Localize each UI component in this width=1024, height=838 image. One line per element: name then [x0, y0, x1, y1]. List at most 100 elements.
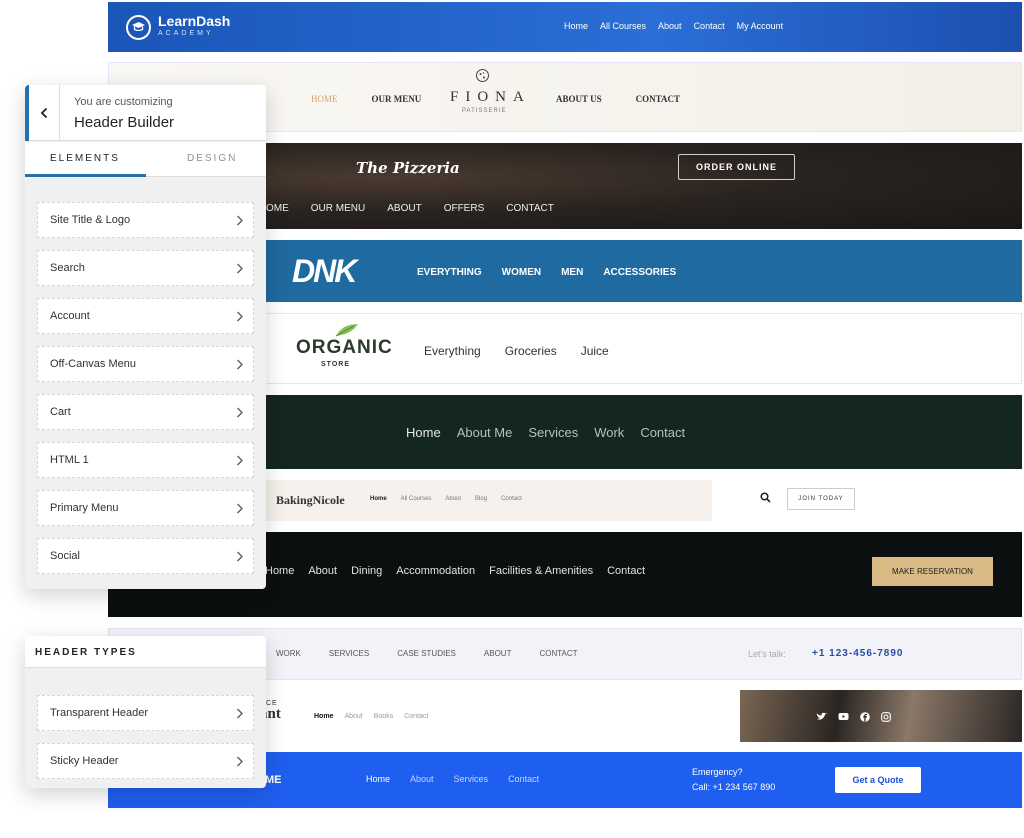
nav-item[interactable]: Dining: [351, 565, 382, 577]
chevron-left-icon: [40, 107, 48, 119]
nav-item[interactable]: Blog: [475, 496, 487, 502]
cookie-icon: [476, 69, 489, 82]
nav-item[interactable]: MEN: [561, 267, 583, 278]
primary-nav: Home About Books Contact: [314, 713, 428, 720]
youtube-icon[interactable]: [838, 712, 849, 721]
nav-item[interactable]: OUR MENU: [372, 94, 422, 104]
primary-nav: Home About Services Contact: [366, 774, 539, 784]
nav-item[interactable]: Contact: [640, 425, 685, 440]
element-label: Site Title & Logo: [50, 214, 131, 226]
site-logo-subtitle: ACADEMY: [158, 30, 214, 37]
nav-item[interactable]: About: [410, 774, 434, 784]
nav-item[interactable]: Services: [454, 774, 489, 784]
back-button[interactable]: [25, 85, 60, 141]
header-preview-learndash[interactable]: LearnDash ACADEMY Home All Courses About…: [108, 2, 1022, 52]
nav-item[interactable]: EVERYTHING: [417, 267, 482, 278]
tab-elements[interactable]: ELEMENTS: [50, 153, 120, 164]
make-reservation-button[interactable]: MAKE RESERVATION: [872, 557, 993, 586]
nav-item[interactable]: Contact: [404, 713, 428, 720]
nav-item[interactable]: All Courses: [600, 21, 646, 31]
nav-item[interactable]: Work: [594, 425, 624, 440]
nav-item[interactable]: About: [445, 496, 461, 502]
nav-item[interactable]: Home: [564, 21, 588, 31]
tab-design[interactable]: DESIGN: [187, 153, 237, 164]
nav-item[interactable]: WOMEN: [502, 267, 541, 278]
nav-item[interactable]: Contact: [501, 496, 522, 502]
element-item-account[interactable]: Account: [37, 298, 254, 334]
nav-item[interactable]: Home: [370, 496, 387, 502]
nav-item[interactable]: About: [344, 713, 362, 720]
nav-item[interactable]: Juice: [581, 344, 609, 358]
elements-list: Site Title & Logo Search Account Off-Can…: [37, 202, 254, 586]
social-icons: [816, 712, 891, 722]
nav-item[interactable]: OME: [266, 203, 289, 214]
nav-item[interactable]: HOME: [311, 94, 338, 104]
element-item-cart[interactable]: Cart: [37, 394, 254, 430]
nav-item[interactable]: Home: [265, 565, 294, 577]
chevron-right-icon: [237, 503, 243, 514]
primary-nav: Home About Me Services Work Contact: [406, 425, 685, 440]
header-right-area: [712, 480, 1022, 521]
nav-item[interactable]: ABOUT: [484, 649, 512, 658]
element-item-site-title-logo[interactable]: Site Title & Logo: [37, 202, 254, 238]
customizing-label: You are customizing: [74, 96, 173, 108]
emergency-phone[interactable]: Call: +1 234 567 890: [692, 782, 775, 792]
primary-nav: Home All Courses About Contact My Accoun…: [564, 21, 783, 31]
element-item-primary-menu[interactable]: Primary Menu: [37, 490, 254, 526]
element-item-html-1[interactable]: HTML 1: [37, 442, 254, 478]
nav-item[interactable]: CONTACT: [506, 203, 554, 214]
element-item-off-canvas-menu[interactable]: Off-Canvas Menu: [37, 346, 254, 382]
element-label: HTML 1: [50, 454, 89, 466]
primary-nav: Home All Courses About Blog Contact: [370, 496, 522, 502]
nav-item[interactable]: Everything: [424, 344, 481, 358]
search-icon[interactable]: [760, 492, 771, 503]
nav-item[interactable]: CONTACT: [636, 94, 680, 104]
nav-item[interactable]: All Courses: [401, 496, 432, 502]
panel-title: Header Builder: [74, 114, 175, 131]
nav-item[interactable]: Home: [314, 713, 333, 720]
nav-item[interactable]: SERVICES: [329, 649, 369, 658]
header-types-panel: HEADER TYPES Transparent Header Sticky H…: [25, 636, 266, 788]
element-label: Off-Canvas Menu: [50, 358, 137, 370]
nav-item[interactable]: OFFERS: [444, 203, 485, 214]
contact-label: Let's talk:: [748, 649, 786, 659]
join-today-button[interactable]: JOIN TODAY: [787, 488, 855, 510]
nav-item[interactable]: About: [308, 565, 337, 577]
graduation-cap-icon: [126, 15, 151, 40]
nav-item[interactable]: ABOUT US: [556, 94, 602, 104]
nav-item[interactable]: Contact: [607, 565, 645, 577]
facebook-icon[interactable]: [860, 712, 870, 722]
nav-item[interactable]: Home: [406, 425, 441, 440]
nav-item[interactable]: Contact: [508, 774, 539, 784]
phone-link[interactable]: +1 123-456-7890: [812, 648, 903, 659]
nav-item[interactable]: About: [658, 21, 682, 31]
nav-item[interactable]: My Account: [737, 21, 784, 31]
instagram-icon[interactable]: [881, 712, 891, 722]
header-types-title: HEADER TYPES: [35, 647, 137, 658]
twitter-icon[interactable]: [816, 712, 827, 721]
header-type-sticky[interactable]: Sticky Header: [37, 743, 254, 779]
nav-item[interactable]: Accommodation: [396, 565, 475, 577]
nav-item[interactable]: OUR MENU: [311, 203, 365, 214]
nav-item[interactable]: Services: [528, 425, 578, 440]
site-logo-text: ME: [265, 774, 282, 786]
element-item-search[interactable]: Search: [37, 250, 254, 286]
nav-item[interactable]: Contact: [694, 21, 725, 31]
nav-item[interactable]: CASE STUDIES: [397, 649, 456, 658]
nav-item[interactable]: Home: [366, 774, 390, 784]
get-quote-button[interactable]: Get a Quote: [835, 767, 921, 793]
site-logo-subtitle: PATISSERIE: [462, 108, 507, 114]
nav-item[interactable]: Books: [374, 713, 393, 720]
nav-item[interactable]: WORK: [276, 649, 301, 658]
nav-item[interactable]: Facilities & Amenities: [489, 565, 593, 577]
nav-item[interactable]: CONTACT: [539, 649, 577, 658]
site-logo-text: BakingNicole: [276, 493, 345, 507]
nav-item[interactable]: ABOUT: [387, 203, 421, 214]
nav-item[interactable]: About Me: [457, 425, 513, 440]
chevron-right-icon: [237, 756, 243, 767]
nav-item[interactable]: ACCESSORIES: [603, 267, 676, 278]
nav-item[interactable]: Groceries: [505, 344, 557, 358]
order-online-button[interactable]: ORDER ONLINE: [678, 154, 795, 180]
header-type-transparent[interactable]: Transparent Header: [37, 695, 254, 731]
element-item-social[interactable]: Social: [37, 538, 254, 574]
